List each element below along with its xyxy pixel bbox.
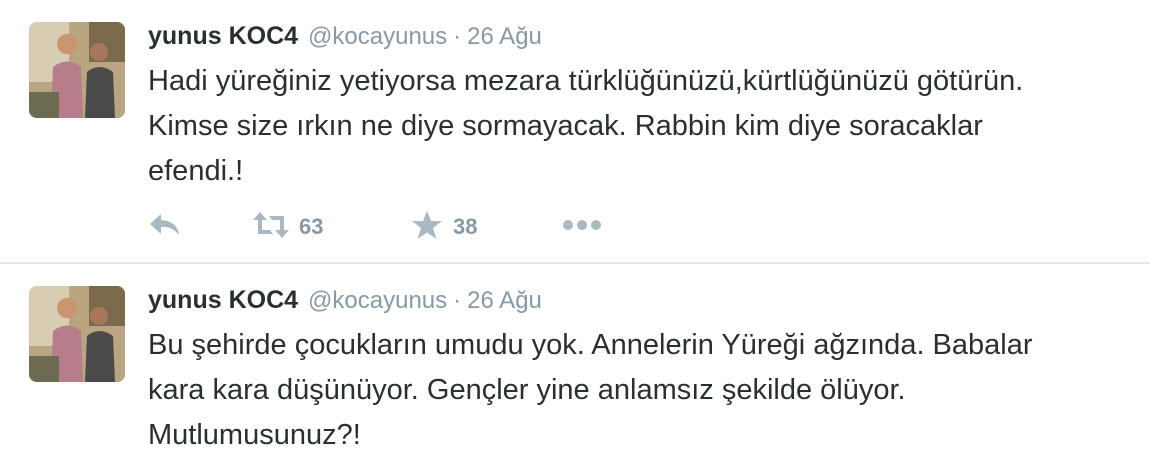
separator-dot: · bbox=[453, 23, 462, 50]
retweet-count: 63 bbox=[299, 214, 324, 239]
avatar[interactable] bbox=[29, 22, 125, 118]
tweet-header: yunus KOC4 @kocayunus · 26 Ağu bbox=[148, 22, 542, 58]
tweet-text-line: Hadi yüreğiniz yetiyorsa mezara türklüğü… bbox=[148, 65, 1024, 97]
separator-dot: · bbox=[453, 287, 462, 314]
tweet-text-line: Bu şehirde çocukların umudu yok. Anneler… bbox=[148, 329, 1033, 361]
tweet-text-line: kara kara düşünüyor. Gençler yine anlams… bbox=[148, 374, 906, 406]
tweet-text: Bu şehirde çocukların umudu yok. Anneler… bbox=[148, 323, 1138, 458]
author-username[interactable]: @kocayunus bbox=[308, 287, 447, 315]
reply-icon bbox=[148, 210, 182, 245]
favorite-icon bbox=[411, 210, 443, 245]
favorite-count: 38 bbox=[453, 214, 478, 239]
author-fullname[interactable]: yunus KOC4 bbox=[148, 286, 298, 315]
tweet-header: yunus KOC4 @kocayunus · 26 Ağu bbox=[148, 286, 542, 322]
tweet-text: Hadi yüreğiniz yetiyorsa mezara türklüğü… bbox=[148, 59, 1138, 194]
tweet-text-line: Mutlumusunuz?! bbox=[148, 419, 361, 451]
retweet-icon bbox=[253, 210, 289, 245]
tweet-text-line: Kimse size ırkın ne diye sormayacak. Rab… bbox=[148, 110, 983, 142]
tweet-timestamp[interactable]: 26 Ağu bbox=[467, 23, 542, 51]
tweet[interactable]: yunus KOC4 @kocayunus · 26 Ağu Bu şehird… bbox=[0, 264, 1150, 464]
tweet-text-line: efendi.! bbox=[148, 155, 244, 187]
avatar[interactable] bbox=[29, 286, 125, 382]
more-button[interactable] bbox=[562, 205, 602, 249]
tweet-timestamp[interactable]: 26 Ağu bbox=[467, 287, 542, 315]
author-fullname[interactable]: yunus KOC4 bbox=[148, 22, 298, 51]
more-icon bbox=[562, 218, 602, 236]
author-username[interactable]: @kocayunus bbox=[308, 23, 447, 51]
favorite-button[interactable]: 38 bbox=[411, 205, 477, 249]
tweet[interactable]: yunus KOC4 @kocayunus · 26 Ağu Hadi yüre… bbox=[0, 0, 1150, 264]
reply-button[interactable] bbox=[148, 205, 182, 249]
retweet-button[interactable]: 63 bbox=[253, 205, 323, 249]
